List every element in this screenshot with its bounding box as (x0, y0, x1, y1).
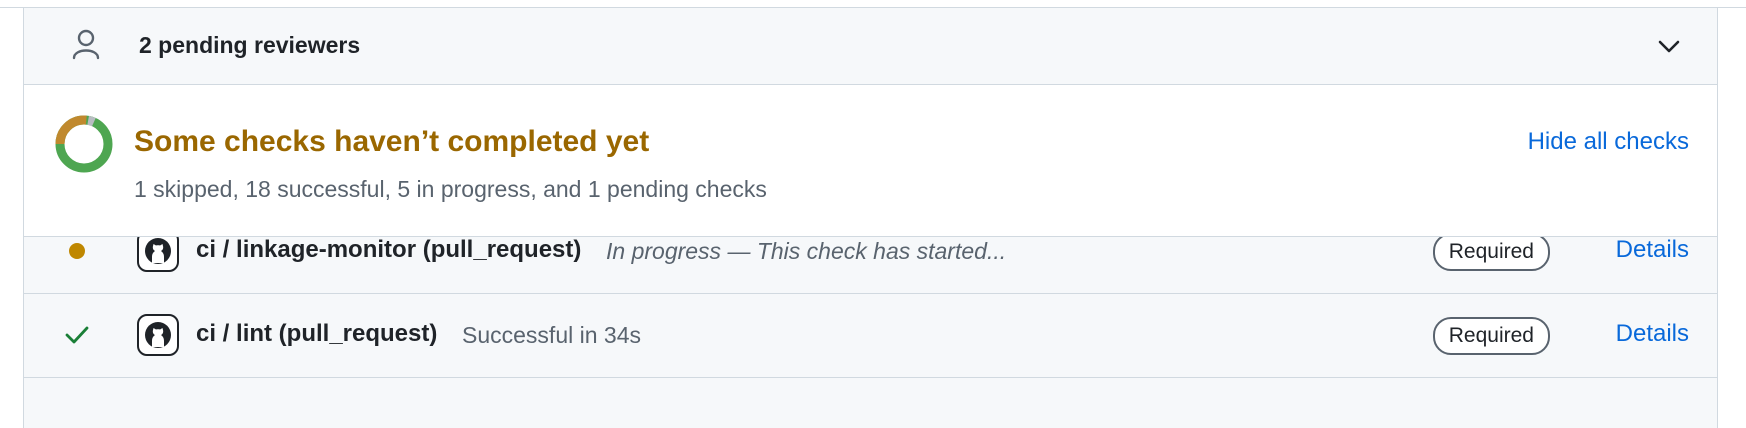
checks-status-summary: 1 skipped, 18 successful, 5 in progress,… (134, 176, 767, 202)
checks-progress-donut-icon (54, 114, 114, 179)
check-description: In progress — This check has started... (606, 238, 1007, 264)
checks-summary-header: Some checks haven’t completed yet 1 skip… (24, 85, 1717, 237)
required-badge: Required (1432, 317, 1550, 355)
merge-box-panel: 2 pending reviewers ci / dependencies (1… (23, 8, 1718, 428)
pending-reviewers-section[interactable]: 2 pending reviewers (24, 8, 1717, 85)
details-link[interactable]: Details (1616, 236, 1689, 264)
check-description: Successful in 34s (462, 322, 641, 348)
chevron-down-icon[interactable] (1657, 36, 1681, 61)
person-icon (70, 28, 102, 65)
check-in-progress-dot-icon (64, 238, 90, 264)
check-row: ci / lint (pull_request) Successful in 34… (24, 294, 1717, 378)
hide-all-checks-link[interactable]: Hide all checks (1528, 128, 1689, 156)
check-success-icon (64, 322, 90, 348)
check-name: ci / lint (pull_request) (196, 320, 438, 347)
check-name: ci / linkage-monitor (pull_request) (196, 236, 582, 263)
github-logo-icon (137, 314, 179, 356)
required-badge: Required (1432, 233, 1550, 271)
details-link[interactable]: Details (1616, 320, 1689, 348)
pending-reviewers-label: 2 pending reviewers (139, 32, 361, 58)
checks-status-title: Some checks haven’t completed yet (134, 125, 650, 158)
